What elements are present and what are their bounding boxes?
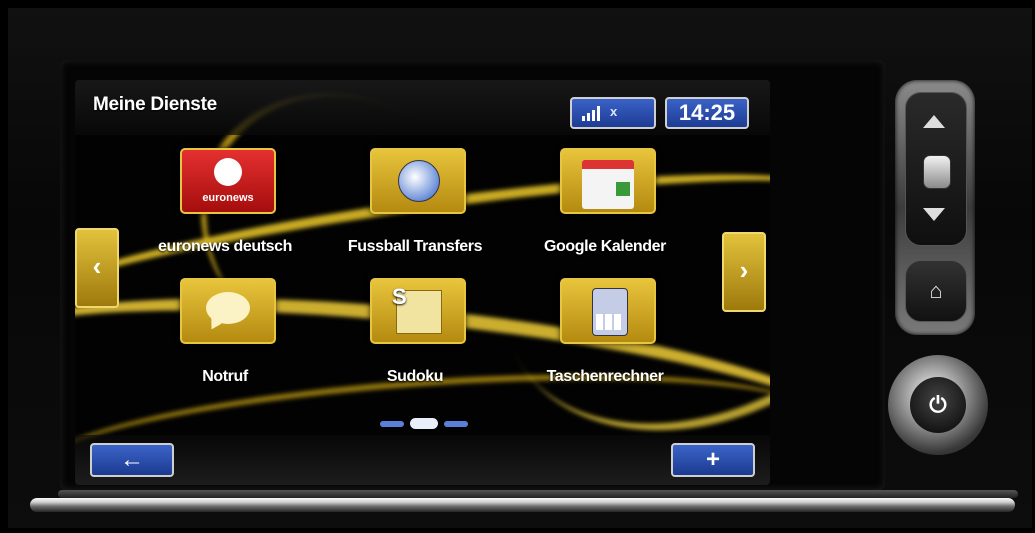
touchscreen: Meine Dienste x 14:25 euronews euronews …: [75, 80, 770, 485]
app-label: Fussball Transfers: [347, 238, 483, 255]
calendar-icon: [560, 148, 656, 214]
euronews-logo-text: euronews: [202, 192, 254, 204]
bezel-trim: [58, 490, 1018, 498]
clock[interactable]: 14:25: [665, 97, 749, 129]
next-page-button[interactable]: ›: [722, 232, 766, 312]
signal-bars-icon: [582, 106, 602, 121]
bottom-bar: ← +: [75, 435, 770, 485]
sudoku-icon: S: [370, 278, 466, 344]
hardware-control-panel: ⌂: [895, 80, 975, 335]
app-label: euronews deutsch: [157, 238, 293, 255]
home-icon: ⌂: [929, 278, 943, 303]
app-label: Taschenrechner: [546, 368, 664, 385]
page-title: Meine Dienste: [93, 94, 217, 115]
chrome-trim: [30, 498, 1015, 512]
power-icon: ⏻: [910, 377, 966, 433]
title-bar: Meine Dienste x 14:25: [75, 80, 770, 135]
arrow-down-icon[interactable]: [923, 208, 945, 221]
sudoku-icon-letter: S: [392, 284, 407, 309]
rocker-center-button[interactable]: [923, 155, 951, 189]
speech-bubble-icon: [180, 278, 276, 344]
page-indicator: [380, 417, 470, 431]
arrow-up-icon[interactable]: [923, 115, 945, 128]
add-button[interactable]: +: [671, 443, 755, 477]
page-dot-active: [410, 418, 438, 429]
app-label: Sudoku: [386, 368, 444, 385]
signal-status-text: x: [610, 104, 618, 119]
euronews-logo-icon: euronews: [180, 148, 276, 214]
power-volume-knob[interactable]: ⏻: [888, 355, 988, 455]
back-button[interactable]: ←: [90, 443, 174, 477]
previous-page-button[interactable]: ‹: [75, 228, 119, 308]
soccer-ball-icon: [370, 148, 466, 214]
page-dot: [380, 421, 404, 427]
app-label: Notruf: [202, 368, 248, 385]
page-dot: [444, 421, 468, 427]
signal-status-button[interactable]: x: [570, 97, 656, 129]
scroll-rocker[interactable]: [905, 92, 967, 246]
app-label: Google Kalender: [543, 238, 667, 255]
home-button[interactable]: ⌂: [905, 260, 967, 322]
calculator-icon: [560, 278, 656, 344]
